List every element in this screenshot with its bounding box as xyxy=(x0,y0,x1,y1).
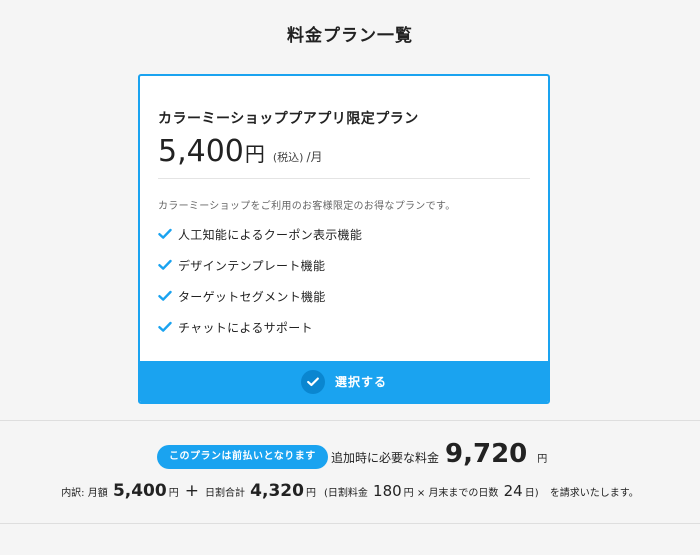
feature-item: ターゲットセグメント機能 xyxy=(158,288,362,319)
check-icon xyxy=(158,290,172,301)
feature-item: デザインテンプレート機能 xyxy=(158,257,362,288)
feature-label: デザインテンプレート機能 xyxy=(178,259,326,273)
price-unit: 円 xyxy=(244,142,265,166)
charge-breakdown: 内訳: 月額 5,400 円 + 日割合計 4,320 円 (日割料金 180 円 × 月末… xyxy=(0,481,700,501)
prorate-label: 日割合計 xyxy=(204,488,245,499)
price-period: /月 xyxy=(306,150,323,164)
yen-unit: 円 xyxy=(305,488,316,499)
prepay-badge: このプランは前払いとなります xyxy=(157,445,328,469)
select-plan-label: 選択する xyxy=(334,375,387,389)
feature-item: 人工知能によるクーポン表示機能 xyxy=(158,226,362,257)
daily-amount: 180 xyxy=(373,482,402,500)
plan-price: 5,400円 (税込)/月 xyxy=(158,134,323,169)
price-tax: (税込) xyxy=(272,151,304,164)
check-icon xyxy=(158,321,172,332)
feature-label: チャットによるサポート xyxy=(178,321,313,335)
check-icon xyxy=(158,228,172,239)
plus-sign: + xyxy=(184,481,199,501)
yen-unit: 円 xyxy=(168,488,179,499)
prorate-amount: 4,320 xyxy=(250,481,304,501)
check-icon xyxy=(158,259,172,270)
card-divider xyxy=(158,178,530,179)
feature-list: 人工知能によるクーポン表示機能 デザインテンプレート機能 ターゲットセグメント機… xyxy=(158,226,362,350)
feature-label: ターゲットセグメント機能 xyxy=(178,290,326,304)
days-count: 24 xyxy=(503,482,523,500)
check-circle-icon xyxy=(300,369,325,394)
monthly-amount: 5,400 xyxy=(112,481,167,501)
price-amount: 5,400 xyxy=(158,134,244,169)
feature-item: チャットによるサポート xyxy=(158,319,362,350)
daily-label: (日割料金 xyxy=(323,488,368,499)
breakdown-prefix: 内訳: 月額 xyxy=(61,488,108,499)
select-plan-button[interactable]: 選択する xyxy=(140,361,548,402)
feature-label: 人工知能によるクーポン表示機能 xyxy=(178,228,363,242)
plan-name: カラーミーショッププアプリ限定プラン xyxy=(158,111,419,127)
total-unit: 円 xyxy=(537,454,548,465)
days-label: 月末までの日数 xyxy=(428,488,499,499)
plan-card: カラーミーショッププアプリ限定プラン 5,400円 (税込)/月 カラーミーショッ… xyxy=(138,74,550,404)
day-unit: 日) xyxy=(524,488,539,499)
times-sign: × xyxy=(416,488,426,499)
total-label: 追加時に必要な料金 xyxy=(331,451,440,465)
payment-summary: このプランは前払いとなります 追加時に必要な料金 9,720 円 内訳: 月額 5,… xyxy=(0,420,700,524)
total-line: 追加時に必要な料金 9,720 円 xyxy=(331,439,547,469)
total-amount: 9,720 xyxy=(445,439,528,469)
breakdown-suffix: を請求いたします。 xyxy=(549,488,639,499)
yen-unit: 円 xyxy=(403,488,414,499)
plan-description: カラーミーショップをご利用のお客様限定のお得なプランです。 xyxy=(158,201,456,212)
page-title: 料金プラン一覧 xyxy=(287,26,413,46)
